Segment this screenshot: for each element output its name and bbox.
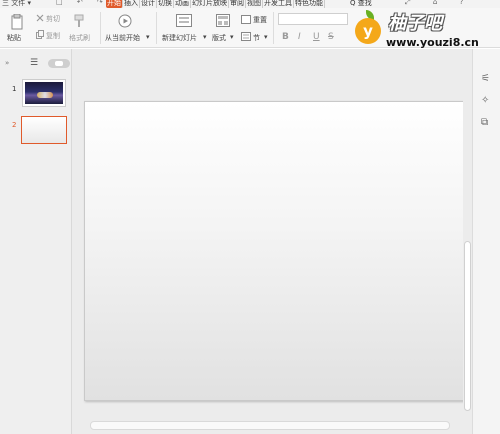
list-view-icon[interactable]: ☰ xyxy=(30,58,38,68)
play-from-current-button[interactable]: 从当前开始 xyxy=(105,33,140,43)
slide-thumbnail-2[interactable] xyxy=(21,116,67,144)
layout-icon xyxy=(216,14,230,27)
tab-home[interactable]: 开始 xyxy=(106,0,123,8)
tab-animation[interactable]: 动画 xyxy=(174,0,191,8)
reset-button[interactable]: 重置 xyxy=(253,15,267,25)
tab-special[interactable]: 特色功能 xyxy=(294,0,325,8)
play-icon xyxy=(118,14,132,28)
slide-canvas[interactable] xyxy=(84,101,464,401)
quick-access-toolbar[interactable]: □ ↶ ↷ xyxy=(56,0,109,6)
collapse-panel-icon[interactable]: » xyxy=(5,59,9,67)
night-sky-image xyxy=(25,82,63,104)
bold-button[interactable]: B xyxy=(282,32,289,42)
tab-developer[interactable]: 开发工具 xyxy=(263,0,294,8)
format-painter-icon xyxy=(74,14,84,27)
properties-icon[interactable]: ⚟ xyxy=(481,73,490,84)
cut-icon xyxy=(36,14,44,22)
new-slide-icon xyxy=(176,14,192,27)
paste-icon[interactable] xyxy=(10,14,24,30)
watermark-brand: 柚子吧 xyxy=(388,13,442,34)
thumbnail-view-toggle[interactable] xyxy=(48,59,70,68)
tab-view[interactable]: 视图 xyxy=(246,0,263,8)
menu-tab-bar: 三 文件 ▾ □ ↶ ↷ 开始 插入 设计 切换 动画 幻灯片放映 审阅 视图 … xyxy=(0,0,500,15)
file-menu-button[interactable]: 三 文件 ▾ xyxy=(2,0,31,8)
tab-slideshow[interactable]: 幻灯片放映 xyxy=(191,0,229,8)
right-task-pane-bar: ⚟ ✧ ⧉ xyxy=(472,49,500,434)
copy-button[interactable]: 复制 xyxy=(46,31,60,41)
font-name-input[interactable] xyxy=(278,13,348,25)
horizontal-scroll-thumb[interactable] xyxy=(90,421,450,430)
slide-thumbnail-panel: » ☰ 1 2 xyxy=(0,49,72,434)
slide-pane-icon[interactable]: ⧉ xyxy=(481,117,488,128)
tab-design[interactable]: 设计 xyxy=(140,0,157,8)
format-painter-button[interactable]: 格式刷 xyxy=(69,33,90,43)
new-slide-button[interactable]: 新建幻灯片 xyxy=(162,33,197,43)
workspace: » ☰ 1 2 ⚟ ✧ ⧉ xyxy=(0,49,500,434)
strikethrough-button[interactable]: S xyxy=(328,32,334,42)
slide-number: 2 xyxy=(12,121,17,129)
watermark-url: www.youzi8.cn xyxy=(386,36,479,49)
section-icon xyxy=(241,32,251,41)
tab-insert[interactable]: 插入 xyxy=(123,0,140,8)
section-button[interactable]: 节 xyxy=(253,33,260,43)
animation-icon[interactable]: ✧ xyxy=(481,95,489,106)
watermark-logo: y xyxy=(355,18,381,44)
underline-button[interactable]: U xyxy=(313,32,320,42)
search-button[interactable]: Q 查找 xyxy=(350,0,372,8)
vertical-scroll-thumb[interactable] xyxy=(464,241,471,411)
ribbon-tabs: 开始 插入 设计 切换 动画 幻灯片放映 审阅 视图 开发工具 特色功能 xyxy=(106,0,325,8)
italic-button[interactable]: I xyxy=(298,32,301,42)
slide-thumbnail-1[interactable] xyxy=(22,79,66,107)
paste-button[interactable]: 粘贴 xyxy=(7,33,21,43)
tab-transition[interactable]: 切换 xyxy=(157,0,174,8)
cut-button[interactable]: 剪切 xyxy=(46,14,60,24)
tab-review[interactable]: 审阅 xyxy=(229,0,246,8)
layout-button[interactable]: 版式 xyxy=(212,33,226,43)
copy-icon xyxy=(36,30,44,39)
reset-icon xyxy=(241,15,251,24)
slide-number: 1 xyxy=(12,85,17,93)
